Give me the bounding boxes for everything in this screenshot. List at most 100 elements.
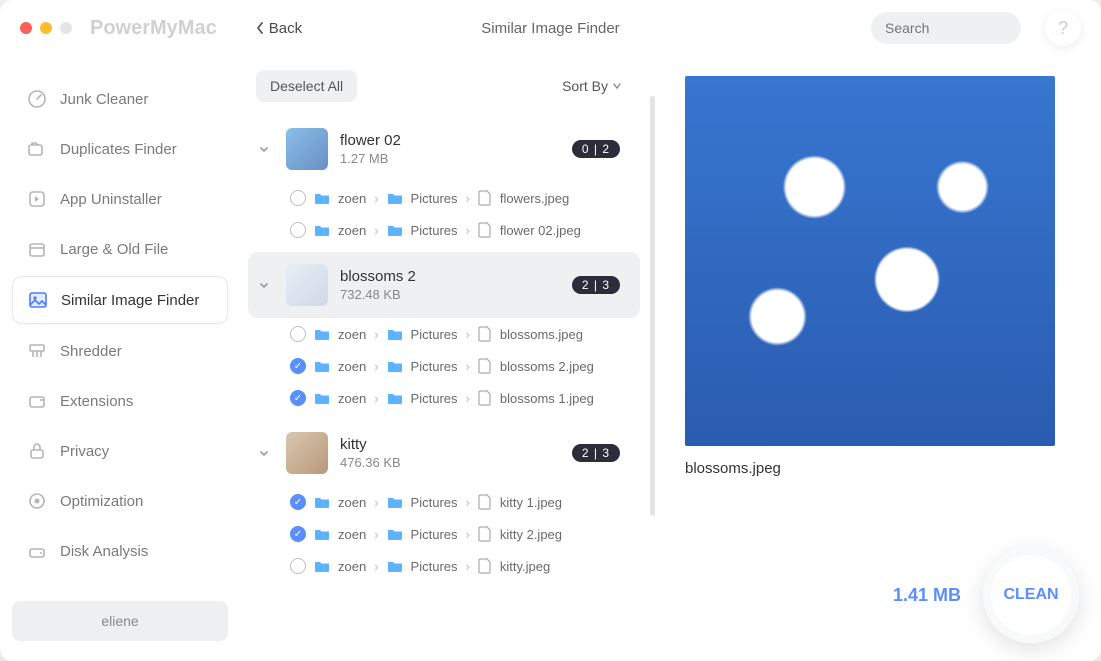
- clean-button[interactable]: CLEAN: [983, 547, 1079, 643]
- group-title: kitty: [340, 436, 560, 453]
- chevron-down-icon[interactable]: [258, 143, 274, 155]
- chevron-right-icon: ›: [374, 391, 378, 406]
- chevron-down-icon[interactable]: [258, 447, 274, 459]
- thumbnail-image: [286, 432, 328, 474]
- chevron-right-icon: ›: [374, 191, 378, 206]
- deselect-all-button[interactable]: Deselect All: [256, 70, 357, 102]
- path-segment: zoen: [338, 391, 366, 406]
- search-box[interactable]: [871, 12, 1021, 44]
- file-row[interactable]: zoen › Pictures › blossoms 1.jpeg: [248, 382, 640, 414]
- file-row[interactable]: zoen › Pictures › blossoms.jpeg: [248, 318, 640, 350]
- chevron-down-icon: [612, 81, 622, 91]
- sidebar-item-similar-image-finder[interactable]: Similar Image Finder: [12, 276, 228, 324]
- sidebar-item-label: Duplicates Finder: [60, 141, 177, 158]
- folder-icon: [387, 391, 403, 405]
- checkbox[interactable]: [290, 326, 306, 342]
- chevron-right-icon: ›: [466, 359, 470, 374]
- group-header[interactable]: blossoms 2732.48 KB2 | 3: [248, 252, 640, 318]
- checkbox[interactable]: [290, 222, 306, 238]
- group-size: 476.36 KB: [340, 455, 560, 470]
- path-segment: Pictures: [411, 223, 458, 238]
- file-row[interactable]: zoen › Pictures › kitty.jpeg: [248, 550, 640, 582]
- preview-image: [685, 76, 1055, 446]
- chevron-right-icon: ›: [374, 527, 378, 542]
- file-name: kitty.jpeg: [500, 559, 550, 574]
- archive-icon: [26, 238, 48, 260]
- footer: 1.41 MB CLEAN: [893, 547, 1079, 643]
- chevron-right-icon: ›: [466, 391, 470, 406]
- search-input[interactable]: [885, 20, 1066, 36]
- checkbox[interactable]: [290, 494, 306, 510]
- file-row[interactable]: zoen › Pictures › flower 02.jpeg: [248, 214, 640, 246]
- checkbox[interactable]: [290, 558, 306, 574]
- selection-badge: 2 | 3: [572, 276, 620, 294]
- file-row[interactable]: zoen › Pictures › kitty 2.jpeg: [248, 518, 640, 550]
- sidebar-item-duplicates-finder[interactable]: Duplicates Finder: [12, 126, 228, 172]
- help-button[interactable]: ?: [1045, 10, 1081, 46]
- titlebar: PowerMyMac Back Similar Image Finder ?: [0, 0, 1101, 56]
- sidebar-item-disk-analysis[interactable]: Disk Analysis: [12, 528, 228, 574]
- checkbox[interactable]: [290, 358, 306, 374]
- sidebar-item-label: Disk Analysis: [60, 543, 148, 560]
- sidebar-item-junk-cleaner[interactable]: Junk Cleaner: [12, 76, 228, 122]
- sidebar-item-shredder[interactable]: Shredder: [12, 328, 228, 374]
- sidebar-item-privacy[interactable]: Privacy: [12, 428, 228, 474]
- back-label: Back: [269, 20, 302, 37]
- opt-icon: [26, 490, 48, 512]
- folder-icon: [314, 223, 330, 237]
- sidebar: Junk Cleaner Duplicates Finder App Uninsta…: [0, 56, 240, 661]
- chevron-down-icon[interactable]: [258, 279, 274, 291]
- user-badge[interactable]: eliene: [12, 601, 228, 641]
- selection-badge: 2 | 3: [572, 444, 620, 462]
- file-row[interactable]: zoen › Pictures › blossoms 2.jpeg: [248, 350, 640, 382]
- folder-icon: [314, 527, 330, 541]
- path-segment: Pictures: [411, 559, 458, 574]
- maximize-window-icon[interactable]: [60, 22, 72, 34]
- chevron-right-icon: ›: [466, 527, 470, 542]
- chevron-right-icon: ›: [466, 223, 470, 238]
- sidebar-item-label: Extensions: [60, 393, 133, 410]
- file-name: flower 02.jpeg: [500, 223, 581, 238]
- sort-by-dropdown[interactable]: Sort By: [562, 78, 622, 94]
- path-segment: Pictures: [411, 527, 458, 542]
- ext-icon: [26, 390, 48, 412]
- path-segment: zoen: [338, 527, 366, 542]
- path-segment: Pictures: [411, 191, 458, 206]
- file-icon: [478, 326, 492, 342]
- sidebar-item-app-uninstaller[interactable]: App Uninstaller: [12, 176, 228, 222]
- path-segment: zoen: [338, 559, 366, 574]
- sidebar-item-extensions[interactable]: Extensions: [12, 378, 228, 424]
- file-icon: [478, 390, 492, 406]
- close-window-icon[interactable]: [20, 22, 32, 34]
- photo-icon: [27, 289, 49, 311]
- file-name: flowers.jpeg: [500, 191, 569, 206]
- file-row[interactable]: zoen › Pictures › kitty 1.jpeg: [248, 486, 640, 518]
- checkbox[interactable]: [290, 390, 306, 406]
- group-header[interactable]: kitty 476.36 KB 2 | 3: [248, 420, 640, 486]
- file-icon: [478, 558, 492, 574]
- sidebar-item-optimization[interactable]: Optimization: [12, 478, 228, 524]
- folder-icon: [387, 527, 403, 541]
- result-group: blossoms 2732.48 KB2 | 3zoen › Pictures …: [248, 252, 640, 414]
- folder-icon: [387, 359, 403, 373]
- file-icon: [478, 190, 492, 206]
- sort-label: Sort By: [562, 78, 608, 94]
- sidebar-item-large-old-file[interactable]: Large & Old File: [12, 226, 228, 272]
- folders-icon: [26, 138, 48, 160]
- sidebar-item-label: Shredder: [60, 343, 122, 360]
- minimize-window-icon[interactable]: [40, 22, 52, 34]
- path-segment: zoen: [338, 191, 366, 206]
- group-header[interactable]: flower 021.27 MB0 | 2: [248, 116, 640, 182]
- file-icon: [478, 222, 492, 238]
- result-group: kitty 476.36 KB 2 | 3 zoen › Pictures › kit…: [248, 420, 640, 582]
- preview-filename: blossoms.jpeg: [685, 460, 1071, 477]
- window-controls: [20, 22, 72, 34]
- back-button[interactable]: Back: [255, 20, 302, 37]
- checkbox[interactable]: [290, 526, 306, 542]
- thumbnail-image: [286, 128, 328, 170]
- checkbox[interactable]: [290, 190, 306, 206]
- file-icon: [478, 494, 492, 510]
- file-icon: [478, 358, 492, 374]
- file-name: blossoms 2.jpeg: [500, 359, 594, 374]
- file-row[interactable]: zoen › Pictures › flowers.jpeg: [248, 182, 640, 214]
